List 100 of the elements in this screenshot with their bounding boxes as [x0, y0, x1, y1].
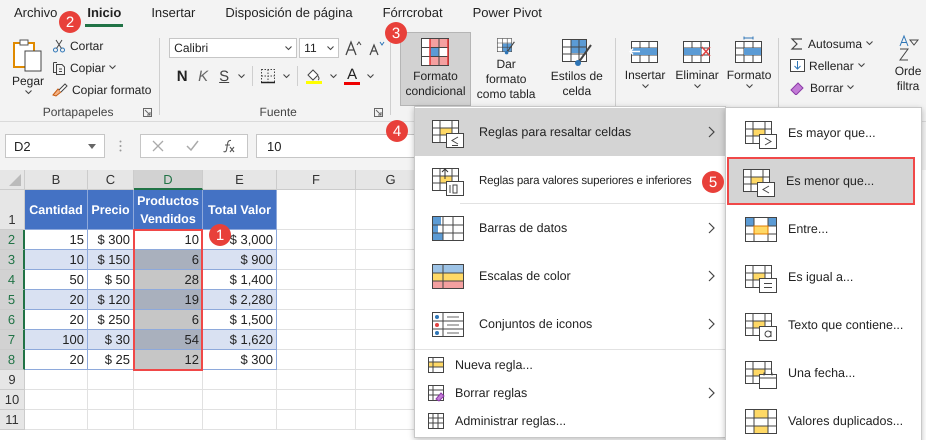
ribbon-tab[interactable]: Disposición de página [223, 1, 355, 27]
dropdown-arrow-icon [88, 144, 96, 148]
table-icon [427, 412, 445, 430]
row-header[interactable]: 5 [0, 290, 25, 310]
row-header[interactable]: 4 [0, 270, 25, 290]
menu-item[interactable]: Es menor que... [727, 157, 915, 205]
ribbon-button[interactable]: Insertar [619, 32, 672, 92]
ribbon-button[interactable]: Formato condicional [400, 32, 471, 106]
table-icon [744, 312, 778, 342]
row-header[interactable]: 9 [0, 370, 25, 390]
row-header[interactable]: 2 [0, 230, 25, 250]
ribbon-tab[interactable]: Archivo [12, 1, 60, 27]
ribbon-button[interactable]: Formato [723, 32, 776, 92]
empty-cell[interactable] [203, 390, 277, 410]
bold-button[interactable]: N [175, 68, 190, 84]
highlight-rules-icon [431, 119, 465, 149]
table-cell: $ 1,620 [203, 330, 277, 350]
column-header[interactable]: D [134, 170, 203, 190]
greater-than-icon [744, 120, 778, 150]
ribbon-button[interactable]: Dar formato como tabla [470, 32, 542, 106]
copy-button[interactable]: Copiar [50, 58, 154, 77]
empty-cell[interactable] [203, 370, 277, 390]
paste-button[interactable]: Pegar [6, 32, 50, 98]
menu-item[interactable]: Texto que contiene... [726, 301, 921, 349]
ribbon-tab[interactable]: Insertar [149, 1, 198, 27]
empty-cell[interactable] [88, 410, 134, 430]
grip-icon [119, 140, 122, 152]
table-cell: $ 2,280 [203, 290, 277, 310]
menu-item[interactable]: Conjuntos de iconos [415, 300, 725, 348]
column-header[interactable]: E [203, 170, 277, 190]
ribbon-button[interactable]: Eliminar [671, 32, 724, 92]
empty-cell[interactable] [134, 370, 203, 390]
table-cell: 6 [134, 310, 203, 330]
cancel-icon[interactable] [152, 140, 164, 152]
menu-item[interactable]: Entre... [726, 205, 921, 253]
ribbon-button[interactable]: Borrar [788, 78, 888, 97]
underline-button[interactable]: S [217, 68, 232, 84]
row-header[interactable]: 10 [0, 390, 25, 410]
fill-down-icon [790, 58, 806, 73]
borders-icon[interactable] [260, 68, 276, 84]
row-header[interactable]: 8 [0, 350, 25, 370]
menu-item[interactable]: Una fecha... [726, 349, 921, 397]
dialog-launcher-icon[interactable] [374, 108, 384, 117]
menu-item[interactable]: Barras de datos [415, 204, 725, 252]
empty-cell[interactable] [88, 370, 134, 390]
menu-item[interactable]: Valores duplicados... [726, 397, 921, 440]
chevron-right-icon [708, 318, 715, 330]
ribbon-button[interactable]: Autosuma [788, 34, 888, 53]
table-cell: $ 1,400 [203, 270, 277, 290]
table-icon [427, 356, 445, 374]
clipboard-icon [12, 38, 44, 72]
row-header[interactable]: 6 [0, 310, 25, 330]
column-header[interactable]: F [277, 170, 356, 190]
italic-button[interactable]: K [196, 68, 210, 84]
column-header[interactable]: C [88, 170, 134, 190]
calendar-table-icon [744, 360, 778, 390]
empty-cell[interactable] [134, 410, 203, 430]
fill-color-icon[interactable] [305, 67, 324, 85]
menu-item[interactable]: Nueva regla... [415, 351, 725, 379]
name-box[interactable]: D2 [5, 134, 105, 158]
row-header[interactable]: 7 [0, 330, 25, 350]
dialog-launcher-icon[interactable] [143, 108, 152, 117]
menu-item[interactable]: Es igual a... [726, 253, 921, 301]
empty-cell[interactable] [203, 410, 277, 430]
increase-font-size-icon[interactable] [345, 40, 364, 56]
empty-cell[interactable] [277, 410, 356, 430]
decrease-font-size-icon[interactable] [369, 40, 388, 56]
checkmark-icon[interactable] [186, 140, 200, 152]
column-header[interactable]: B [25, 170, 88, 190]
table-cell: 6 [134, 250, 203, 270]
menu-item[interactable]: Escalas de color [415, 252, 725, 300]
select-all-icon[interactable] [9, 174, 21, 186]
empty-cell[interactable] [88, 390, 134, 410]
caret-icon [330, 74, 338, 78]
empty-cell[interactable] [277, 370, 356, 390]
menu-item[interactable]: Administrar reglas... [415, 407, 725, 435]
cut-button[interactable]: Cortar [50, 36, 154, 55]
font-size-dropdown[interactable]: 11 [299, 38, 340, 58]
table-cell: 20 [25, 350, 88, 370]
ribbon-button[interactable]: Rellenar [788, 56, 888, 75]
group-label: Portapapeles [42, 105, 114, 119]
sigma-icon [790, 36, 804, 50]
table-cell: 10 [25, 250, 88, 270]
empty-cell[interactable] [134, 390, 203, 410]
menu-item[interactable]: Reglas para resaltar celdas [415, 108, 725, 156]
table-header-cell: Productos Vendidos [134, 190, 203, 230]
table-cell: 15 [25, 230, 88, 250]
row-header[interactable]: 3 [0, 250, 25, 270]
ribbon-button[interactable]: Estilos de celda [541, 32, 612, 106]
format-painter-button[interactable]: Copiar formato [50, 80, 154, 99]
font-family-dropdown[interactable]: Calibri [169, 38, 298, 58]
menu-item[interactable]: Borrar reglas [415, 379, 725, 407]
caret-icon [642, 84, 649, 89]
row-header[interactable]: 1 [0, 190, 25, 230]
font-color-button[interactable]: A [344, 67, 360, 85]
function-icon[interactable] [222, 139, 236, 153]
empty-cell[interactable] [277, 390, 356, 410]
row-header[interactable]: 11 [0, 410, 25, 430]
caret-icon [327, 46, 334, 50]
ribbon-tab[interactable]: Power Pivot [470, 1, 544, 27]
